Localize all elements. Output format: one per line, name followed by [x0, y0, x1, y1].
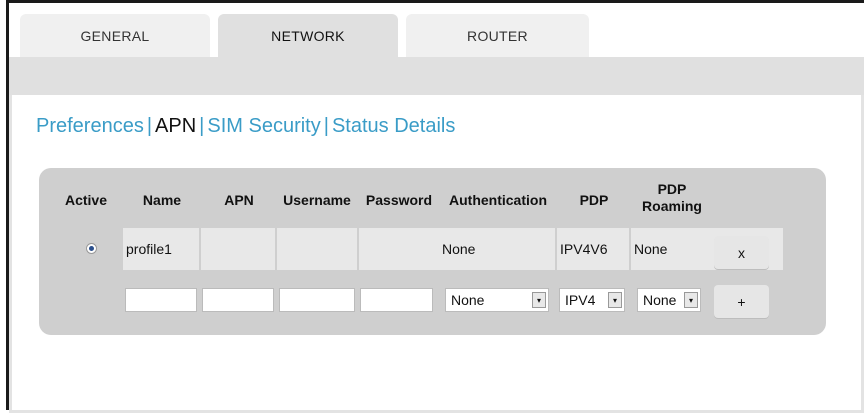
cell-pdp: IPV4V6	[557, 228, 629, 270]
new-password-input[interactable]	[360, 288, 433, 312]
new-name-input[interactable]	[125, 288, 197, 312]
subnav-separator: |	[323, 115, 329, 137]
dropdown-arrow-icon: ▾	[684, 292, 698, 308]
pdp-selected-value: IPV4	[565, 292, 596, 308]
cell-apn	[201, 228, 275, 270]
tab-router[interactable]: ROUTER	[406, 14, 589, 57]
dropdown-arrow-icon: ▾	[608, 292, 622, 308]
header-active: Active	[64, 192, 108, 208]
tab-general[interactable]: GENERAL	[20, 14, 210, 57]
sub-navigation: Preferences | APN | SIM Security | Statu…	[36, 115, 455, 138]
subnav-separator: |	[199, 115, 205, 137]
authentication-selected-value: None	[451, 292, 485, 308]
tab-underline-band	[9, 57, 864, 95]
cell-authentication: None	[439, 228, 555, 270]
cell-username	[277, 228, 357, 270]
tab-bar: GENERAL NETWORK ROUTER	[9, 3, 864, 57]
new-apn-input[interactable]	[202, 288, 274, 312]
subnav-status-details-link[interactable]: Status Details	[332, 115, 455, 138]
new-username-input[interactable]	[279, 288, 355, 312]
subnav-preferences-link[interactable]: Preferences	[36, 115, 144, 138]
header-name: Name	[142, 192, 182, 208]
subnav-apn-link[interactable]: APN	[155, 115, 196, 138]
subnav-separator: |	[146, 115, 153, 137]
tab-network[interactable]: NETWORK	[218, 14, 398, 57]
cell-pdp-roaming: None	[631, 228, 707, 270]
active-radio-button[interactable]	[86, 243, 97, 254]
header-authentication: Authentication	[449, 192, 547, 208]
new-authentication-select[interactable]: None ▾	[445, 288, 549, 312]
subnav-sim-security-link[interactable]: SIM Security	[207, 115, 320, 138]
delete-profile-button[interactable]: x	[714, 236, 769, 269]
header-pdp: PDP	[579, 192, 609, 208]
add-profile-button[interactable]: +	[714, 285, 769, 318]
cell-name: profile1	[123, 228, 199, 270]
header-username: Username	[283, 192, 351, 208]
dropdown-arrow-icon: ▾	[532, 292, 546, 308]
app-frame: GENERAL NETWORK ROUTER Preferences | APN…	[6, 0, 864, 413]
header-password: Password	[365, 192, 433, 208]
header-pdp-roaming: PDP Roaming	[642, 181, 702, 214]
header-apn: APN	[224, 192, 254, 208]
cell-password	[359, 228, 439, 270]
new-pdp-select[interactable]: IPV4 ▾	[559, 288, 625, 312]
new-pdp-roaming-select[interactable]: None ▾	[637, 288, 701, 312]
pdp-roaming-selected-value: None	[643, 292, 677, 308]
